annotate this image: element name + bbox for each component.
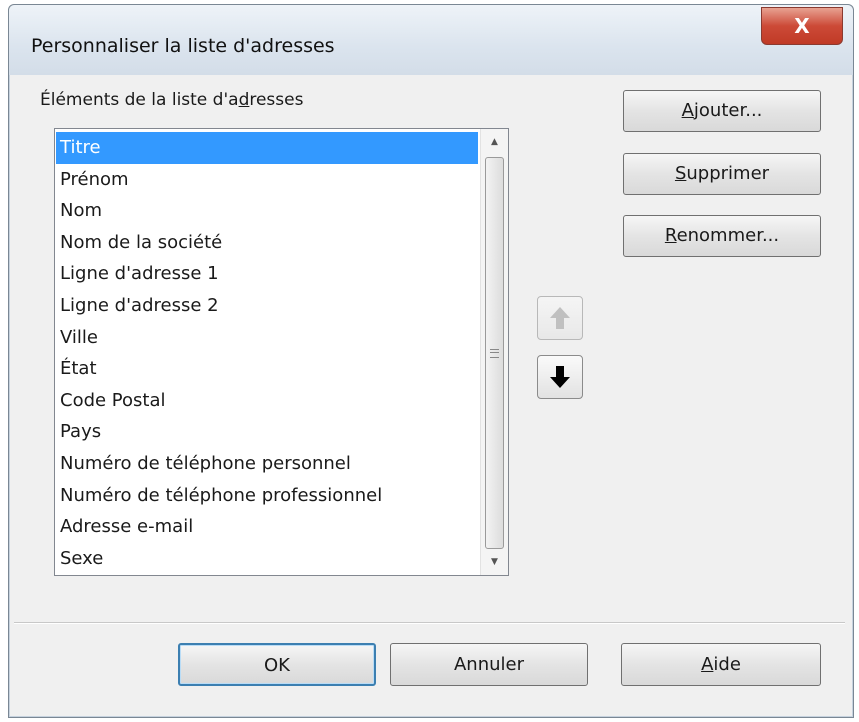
list-item[interactable]: Nom de la société [56,227,478,259]
arrow-up-icon [550,307,570,329]
move-up-button[interactable] [537,296,583,340]
move-down-button[interactable] [537,355,583,399]
list-label: Éléments de la liste d'adresses [40,90,304,110]
vertical-scrollbar[interactable]: ▲ ▼ [480,129,508,575]
ok-button[interactable]: OK [178,643,376,686]
list-item[interactable]: Adresse e-mail [56,511,478,543]
list-item[interactable]: Titre [56,132,478,164]
list-item[interactable]: Prénom [56,164,478,196]
delete-button[interactable]: Supprimer [623,153,821,195]
list-item[interactable]: État [56,353,478,385]
list-item[interactable]: Numéro de téléphone personnel [56,448,478,480]
list-item[interactable]: Code Postal [56,385,478,417]
help-button[interactable]: Aide [621,643,821,686]
arrow-down-icon [550,366,570,388]
scrollbar-thumb[interactable] [485,157,504,549]
rename-button[interactable]: Renommer... [623,215,821,257]
list-item[interactable]: Numéro de téléphone professionnel [56,480,478,512]
list-item[interactable]: Ligne d'adresse 1 [56,258,478,290]
scroll-down-icon[interactable]: ▼ [481,551,508,573]
list-item[interactable]: Pays [56,416,478,448]
cancel-button[interactable]: Annuler [390,643,588,686]
close-button[interactable]: X [761,7,843,45]
footer-separator [14,622,845,624]
scroll-up-icon[interactable]: ▲ [481,131,508,153]
title-bar[interactable]: Personnaliser la liste d'adresses X [9,5,853,75]
list-items: Titre Prénom Nom Nom de la société Ligne d'a… [56,132,478,574]
add-button[interactable]: Ajouter... [623,90,821,132]
address-elements-listbox[interactable]: Titre Prénom Nom Nom de la société Ligne d'a… [54,128,509,576]
close-icon: X [794,14,810,38]
grip-icon [490,349,499,358]
list-item[interactable]: Nom [56,195,478,227]
list-item[interactable]: Ligne d'adresse 2 [56,290,478,322]
list-item[interactable]: Sexe [56,543,478,575]
dialog-title: Personnaliser la liste d'adresses [31,35,335,57]
list-item[interactable]: Ville [56,322,478,354]
